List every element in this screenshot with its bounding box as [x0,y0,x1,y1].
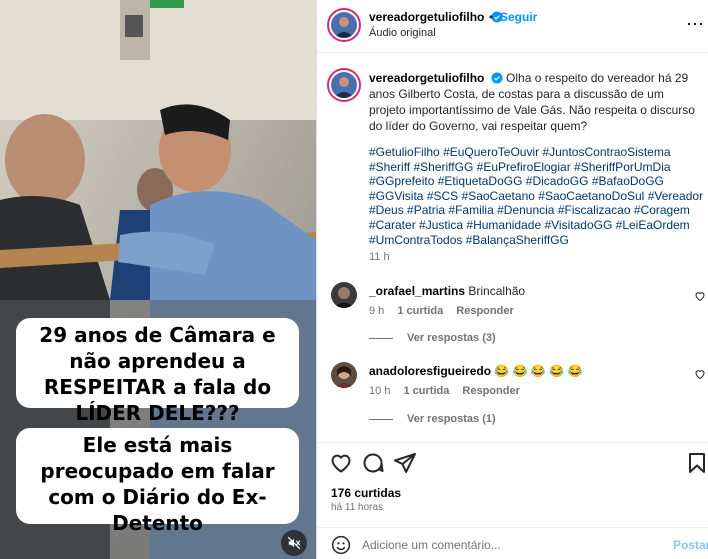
hashtag-link[interactable]: #Sheriff [369,160,410,174]
hashtag-link[interactable]: #GGprefeito [369,174,434,188]
original-audio-link[interactable]: Áudio original [369,27,436,39]
author-username[interactable]: vereadorgetuliofilho [369,10,503,24]
replies-line [369,418,393,420]
post-media[interactable]: 29 anos de Câmara e não aprendeu a RESPE… [0,0,316,559]
comment-username[interactable]: anadoloresfigueiredo [369,364,491,378]
hashtag-link[interactable]: #EuQueroTeOuvir [443,145,539,159]
like-comment-heart-icon[interactable] [694,368,706,380]
comment-meta: 9 h 1 curtida Responder [369,305,514,317]
hashtag-link[interactable]: #LeiEaOrdem [616,218,690,232]
save-bookmark-icon[interactable] [685,451,708,475]
hashtag-link[interactable]: #BafaoDoGG [592,174,664,188]
comment-time: 9 h [369,305,385,317]
like-heart-icon[interactable] [329,451,353,475]
hashtag-link[interactable]: #SaoCaetanoDoSul [538,189,644,203]
view-replies-button[interactable]: Ver respostas (3) [369,332,496,344]
hashtag-link[interactable]: #GGVisita [369,189,423,203]
commenter-photo [331,282,357,308]
hashtag-link[interactable]: #Patria [407,203,445,217]
comment-meta: 10 h 1 curtida Responder [369,385,520,397]
separator-dot: • [489,10,494,24]
hashtag-link[interactable]: #GetulioFilho [369,145,440,159]
hashtag-link[interactable]: #Humanidade [466,218,541,232]
hashtag-link[interactable]: #Carater [369,218,416,232]
hashtag-link[interactable]: #SCS [427,189,458,203]
comment-body: anadoloresfigueiredo 😂 😂 😂 😂 😂 [369,364,679,378]
verified-badge-icon [491,72,503,84]
hashtag-link[interactable]: #BalançaSheriffGG [466,233,569,247]
share-paper-plane-icon[interactable] [393,451,417,475]
comment-likes[interactable]: 1 curtida [397,305,443,317]
post-caption: vereadorgetuliofilho Olha o respeito do … [369,70,699,134]
comment-likes[interactable]: 1 curtida [403,385,449,397]
video-caption-top: 29 anos de Câmara e não aprendeu a RESPE… [16,318,299,425]
add-comment-bar: Postar [317,527,708,559]
hashtag-link[interactable]: #Coragem [634,203,690,217]
hashtag-link[interactable]: #EtiquetaDoGG [438,174,523,188]
comment-bubble-icon[interactable] [361,451,385,475]
hashtag-link[interactable]: #Fiscalizacao [558,203,631,217]
post-details-panel: vereadorgetuliofilho • Seguir Áudio orig… [316,0,708,559]
view-replies-button[interactable]: Ver respostas (1) [369,413,496,425]
post-header: vereadorgetuliofilho • Seguir Áudio orig… [317,0,708,53]
post-comment-button[interactable]: Postar [673,538,708,552]
comment-input[interactable] [362,534,652,556]
speaker-muted-icon [287,536,301,550]
view-replies-label: Ver respostas (1) [407,413,496,425]
hashtag-link[interactable]: #Vereador [648,189,703,203]
hashtag-list: #GetulioFilho #EuQueroTeOuvir #JuntosCon… [369,145,704,247]
replies-line [369,337,393,339]
likes-count[interactable]: 176 curtidas [331,486,401,500]
comment-text: 😂 😂 😂 😂 😂 [494,364,583,378]
hashtag-link[interactable]: #EuPrefiroElogiar [477,160,571,174]
hashtag-link[interactable]: #SaoCaetano [462,189,535,203]
reply-button[interactable]: Responder [456,305,513,317]
hashtag-link[interactable]: #SheriffGG [413,160,473,174]
author-photo [331,72,357,98]
hashtag-link[interactable]: #DicadoGG [526,174,589,188]
hashtag-link[interactable]: #Justica [419,218,463,232]
video-caption-bottom: Ele está mais preocupado em falar com o … [16,428,299,535]
emoji-smiley-icon[interactable] [331,535,351,555]
hashtag-link[interactable]: #SheriffPorUmDia [574,160,670,174]
hashtag-link[interactable]: #VisitadoGG [544,218,612,232]
author-avatar[interactable] [327,8,361,42]
hashtag-link[interactable]: #Familia [448,203,493,217]
hashtag-link[interactable]: #Deus [369,203,404,217]
comment-username[interactable]: _orafael_martins [369,284,465,298]
author-photo [331,12,357,38]
hashtag-link[interactable]: #UmContraTodos [369,233,462,247]
comment-text: Brincalhão [468,284,526,298]
comment-time: 10 h [369,385,391,397]
caption-author-avatar[interactable] [327,68,361,102]
mute-button[interactable] [281,530,307,556]
follow-button[interactable]: Seguir [500,10,537,24]
commenter-avatar[interactable] [331,362,357,388]
reply-button[interactable]: Responder [462,385,519,397]
commenter-photo [331,362,357,388]
like-comment-heart-icon[interactable] [694,290,706,302]
more-options-icon[interactable]: ⋯ [683,14,707,34]
commenter-avatar[interactable] [331,282,357,308]
hashtag-link[interactable]: #JuntosContraoSistema [542,145,670,159]
comment-body: _orafael_martins Brincalhão [369,284,679,298]
post-actions: 176 curtidas há 11 horas [317,442,708,526]
author-username-text[interactable]: vereadorgetuliofilho [369,10,484,24]
comments-scroll-area[interactable]: vereadorgetuliofilho Olha o respeito do … [317,54,708,442]
post-time: 11 h [369,251,390,263]
hashtag-link[interactable]: #Denuncia [497,203,554,217]
caption-username[interactable]: vereadorgetuliofilho [369,71,484,85]
view-replies-label: Ver respostas (3) [407,332,496,344]
post-timestamp[interactable]: há 11 horas [331,502,383,513]
